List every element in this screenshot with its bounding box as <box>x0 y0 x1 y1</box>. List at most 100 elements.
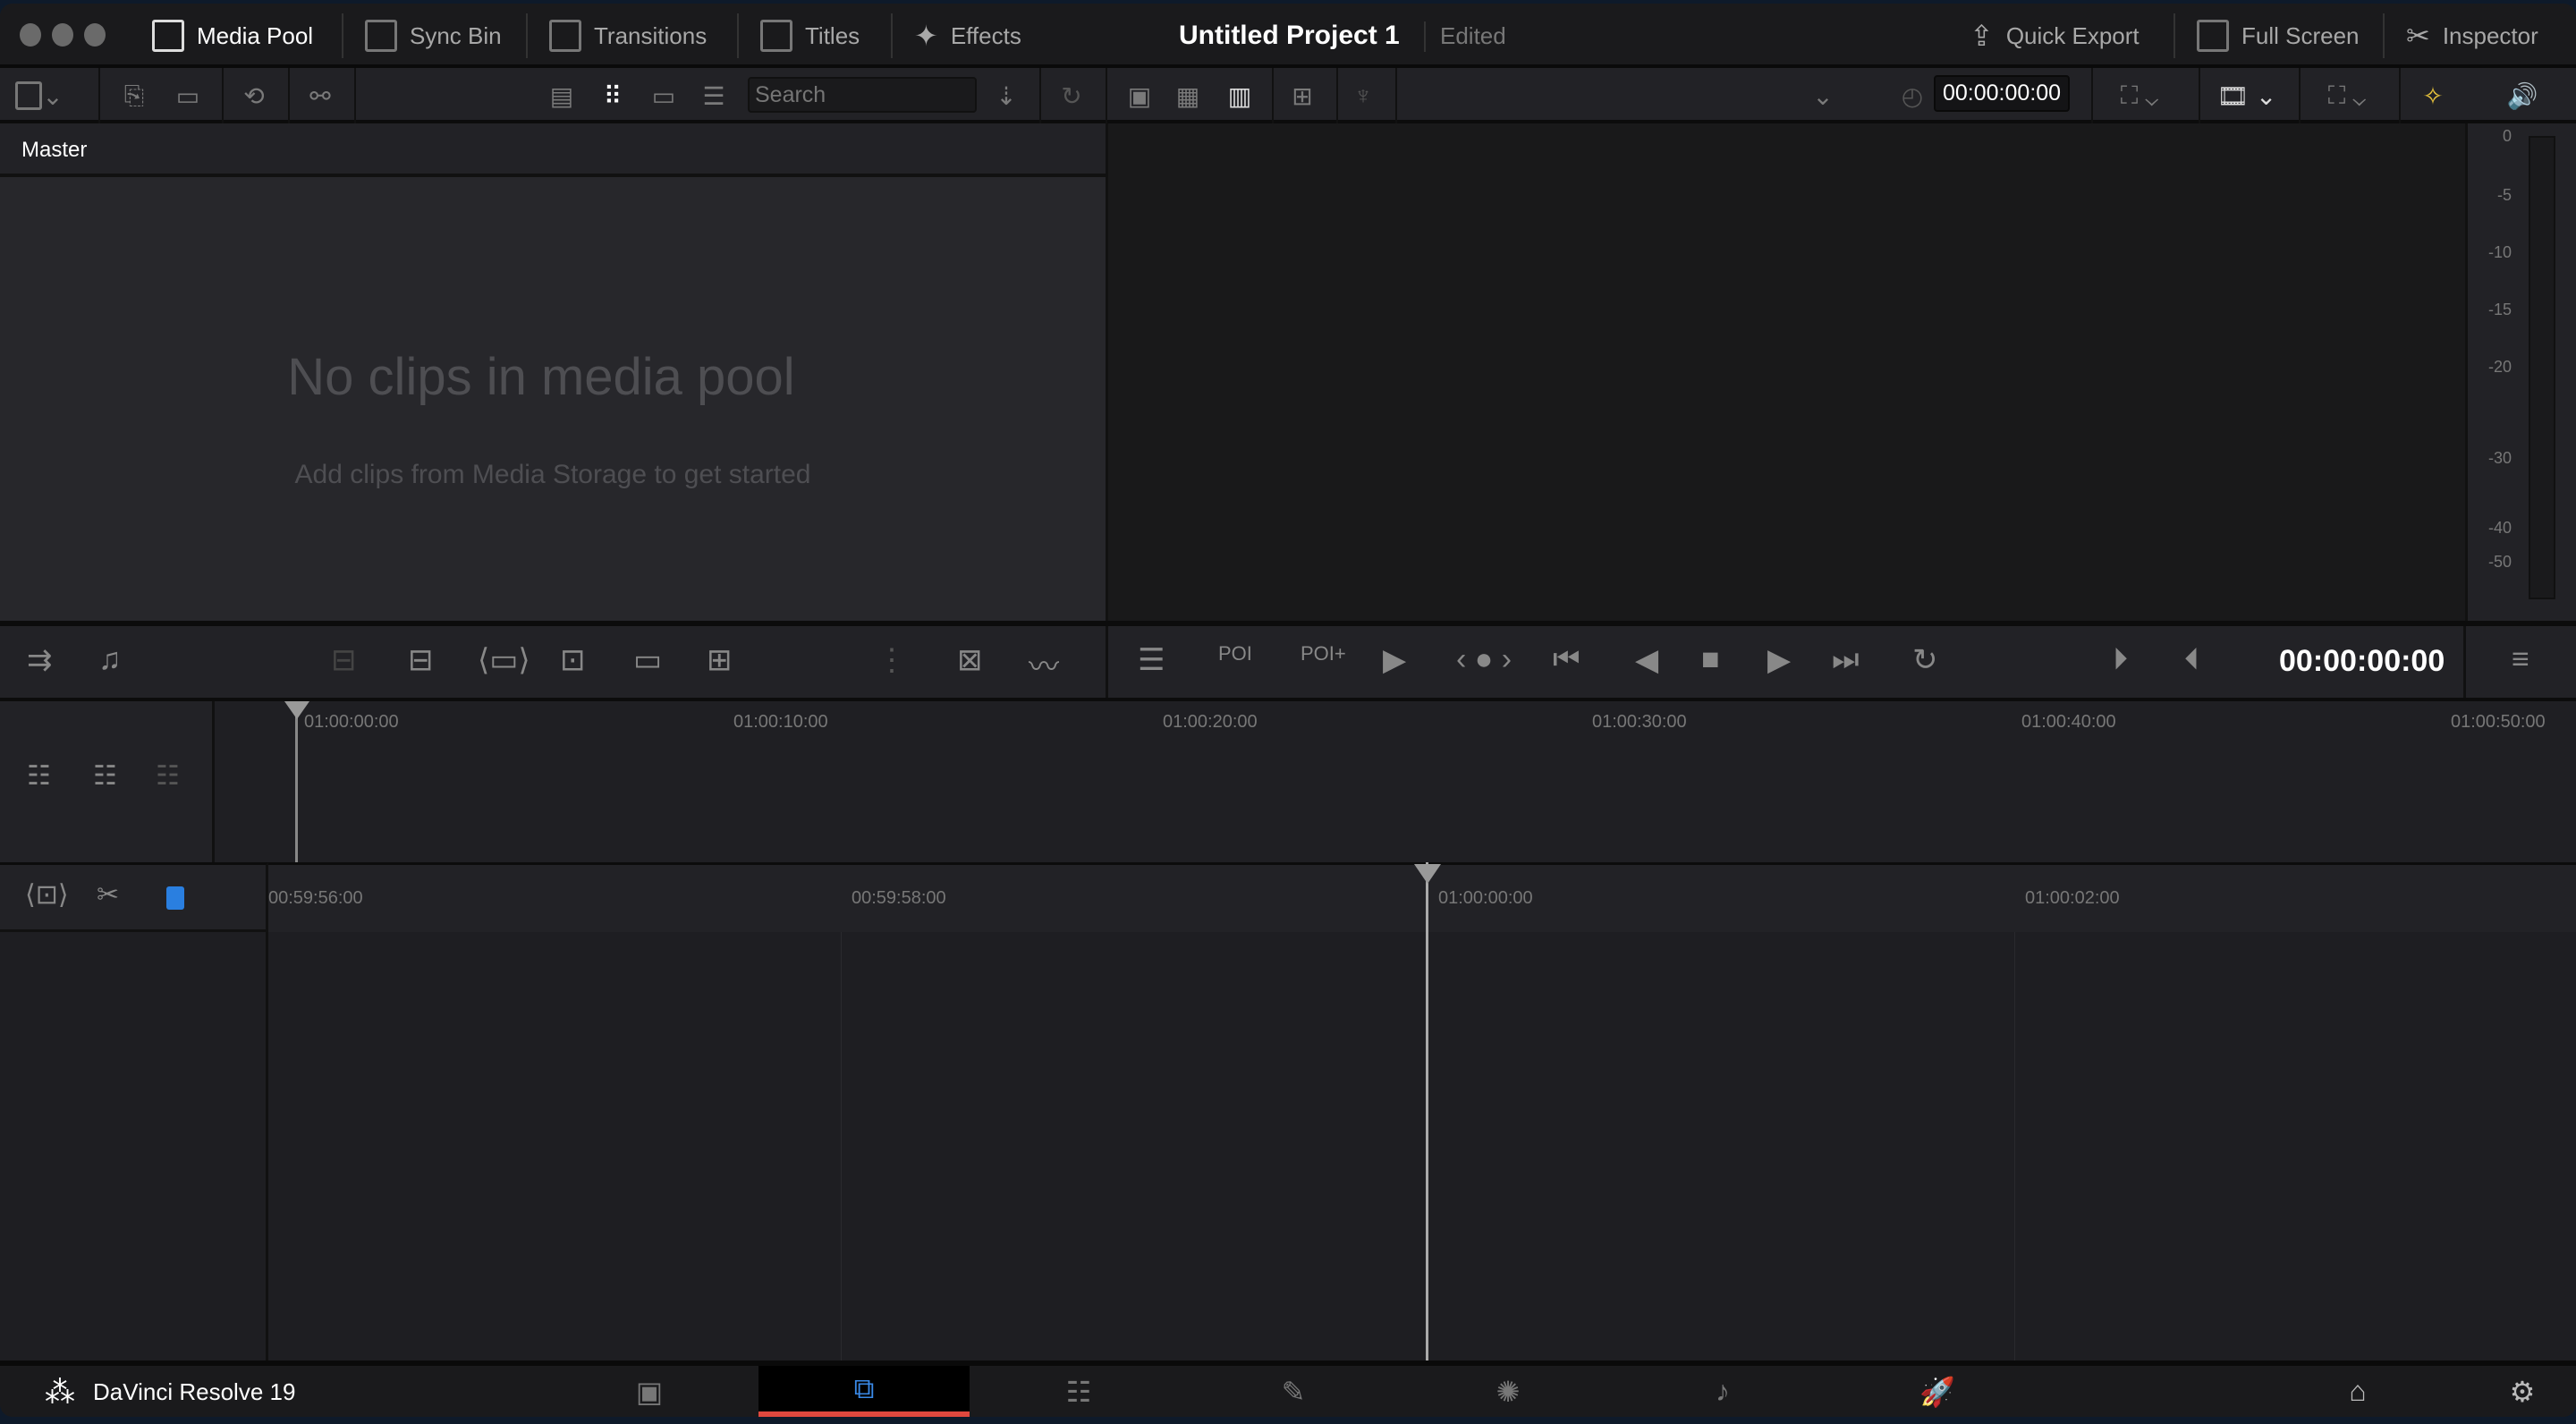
titles-icon <box>760 20 792 52</box>
tab-effects[interactable]: ✦ Effects <box>914 4 1021 68</box>
tab-transitions[interactable]: Transitions <box>549 4 707 68</box>
unlink-icon[interactable]: ⚯ <box>302 79 338 113</box>
previous-frame-icon[interactable]: ‹ ● › <box>1456 642 1512 677</box>
sort-icon[interactable]: ⇣ <box>986 79 1027 113</box>
scissors-icon[interactable]: ✂ <box>97 879 119 911</box>
broadcast-icon[interactable]: ♆ <box>1347 79 1379 113</box>
waveform-button[interactable]: 〰 <box>1029 642 1059 686</box>
go-to-end-button[interactable]: ⏭ <box>1832 642 1860 677</box>
quick-export-button[interactable]: ⇪ Quick Export <box>1970 4 2140 68</box>
media-pool-area[interactable]: No clips in media pool Add clips from Me… <box>0 177 1106 621</box>
page-fairlight[interactable]: ♪ <box>1617 1366 1828 1417</box>
transform-dropdown[interactable]: ⛶ ⌄ <box>2311 79 2383 113</box>
timeline-tracks[interactable] <box>268 932 2576 1364</box>
refresh-icon[interactable]: ↻ <box>1054 79 1089 113</box>
marker-icon[interactable] <box>166 886 184 910</box>
play-around-button[interactable]: ▶ <box>1383 642 1406 678</box>
edited-status: Edited <box>1440 21 1506 49</box>
audio-insert-icon[interactable]: ♫ <box>98 642 122 677</box>
page-fusion[interactable]: ✎ <box>1188 1366 1399 1417</box>
source-clip-icon[interactable]: ▣ <box>1122 79 1157 113</box>
empty-subtitle: Add clips from Media Storage to get star… <box>294 460 811 489</box>
metadata-view-icon[interactable]: ▤ <box>544 79 580 113</box>
upper-timeline-header: ☷ ☷ ☷ <box>0 701 215 862</box>
audio-meter: 0 -5 -10 -15 -20 -30 -40 -50 <box>2465 123 2576 621</box>
search-input[interactable] <box>748 77 977 113</box>
page-bar: ⁂ DaVinci Resolve 19 ▣ ⧉ ☷ ✎ ✺ ♪ 🚀 ⌂ ⚙ <box>0 1360 2576 1417</box>
page-deliver[interactable]: 🚀 <box>1832 1366 2043 1417</box>
viewer-dropdown-chevron-icon[interactable]: ⌄ <box>1805 79 1841 113</box>
settings-gear-icon[interactable]: ⚙ <box>2496 1366 2549 1417</box>
page-color[interactable]: ✺ <box>1402 1366 1614 1417</box>
minimize-window-button[interactable] <box>52 23 73 47</box>
import-media-icon[interactable]: ⎘ <box>116 79 152 113</box>
upper-playhead[interactable] <box>295 701 298 862</box>
zoom-fit-icon[interactable]: ⟨⊡⟩ <box>25 879 69 911</box>
go-to-start-button[interactable]: ⏮ <box>1553 642 1580 677</box>
project-title: Untitled Project 1 <box>1179 21 1400 50</box>
lower-timeline-header: ⟨⊡⟩ ✂ <box>0 862 268 932</box>
source-overwrite-button[interactable]: ⊞ <box>707 642 733 678</box>
import-folder-icon[interactable]: ▭ <box>170 79 206 113</box>
page-media[interactable]: ▣ <box>544 1366 755 1417</box>
tab-media-pool[interactable]: Media Pool <box>152 4 313 68</box>
zoom-window-button[interactable] <box>84 23 106 47</box>
smart-insert-icon[interactable]: ⇉ <box>27 642 53 678</box>
append-button[interactable]: ⊟ <box>408 642 434 678</box>
track-audio-icon[interactable]: ☷ <box>156 760 180 792</box>
close-window-button[interactable] <box>20 23 41 47</box>
safe-area-dropdown[interactable]: ⛶ ⌄ <box>2104 79 2175 113</box>
transport-timecode: 00:00:00:00 <box>2279 644 2445 678</box>
bin-header[interactable]: Master <box>0 123 1106 177</box>
app-window: Media Pool Sync Bin Transitions Titles ✦… <box>0 4 2576 1417</box>
smart-insert-button[interactable]: ⊟ <box>331 642 357 678</box>
fit-to-fill-button[interactable]: ⊠ <box>957 642 983 678</box>
media-pool-icon <box>152 20 184 52</box>
thumbnail-view-icon[interactable]: ⠿ <box>595 79 631 113</box>
loop-button[interactable]: ↻ <box>1912 642 1938 678</box>
panel-toolbar: ⌄ ⎘ ▭ ⟲ ⚯ ▤ ⠿ ▭ ☰ ⇣ ↻ ▣ ▦ ▥ ⊞ ♆ ⌄ ◴ 00:0… <box>0 68 2576 123</box>
close-up-button[interactable]: ⊡ <box>560 642 586 678</box>
inspector-button[interactable]: ✂ Inspector <box>2406 4 2538 68</box>
viewer-timecode[interactable]: 00:00:00:00 <box>1934 75 2071 112</box>
track-sync-icon[interactable]: ☷ <box>93 760 117 792</box>
home-icon[interactable]: ⌂ <box>2331 1366 2385 1417</box>
poi-button[interactable]: POI <box>1218 642 1252 665</box>
mark-out-button[interactable]: ⏴ <box>2184 642 2199 677</box>
playback-quality-dropdown[interactable]: 🎞 ⌄ <box>2211 79 2283 113</box>
app-name: DaVinci Resolve 19 <box>93 1378 296 1405</box>
upper-playhead-handle[interactable] <box>284 701 309 719</box>
split-clip-button[interactable]: ⋮ <box>877 642 907 678</box>
list-view-icon[interactable]: ☰ <box>696 79 732 113</box>
stop-button[interactable]: ■ <box>1701 642 1720 677</box>
lower-playhead[interactable] <box>1426 862 1428 1364</box>
multicam-icon[interactable]: ⊞ <box>1284 79 1320 113</box>
mark-in-button[interactable]: ⏵ <box>2113 642 2128 677</box>
timeline-view-icon[interactable]: ▥ <box>1222 79 1258 113</box>
play-button[interactable]: ▶ <box>1767 642 1791 678</box>
ripple-overwrite-button[interactable]: ⟨▭⟩ <box>478 642 530 678</box>
add-poi-button[interactable]: POI+ <box>1301 642 1346 665</box>
adjust-icon[interactable]: ☰ <box>1138 642 1165 678</box>
tab-sync-bin[interactable]: Sync Bin <box>365 4 502 68</box>
filmstrip-view-icon[interactable]: ▭ <box>646 79 682 113</box>
empty-title: No clips in media pool <box>287 348 795 406</box>
lower-playhead-handle[interactable] <box>1414 864 1441 884</box>
reverse-play-button[interactable]: ◀ <box>1635 642 1658 678</box>
viewer[interactable] <box>1106 123 2465 621</box>
full-screen-button[interactable]: Full Screen <box>2197 4 2360 68</box>
upper-timeline-ruler[interactable]: 01:00:00:00 01:00:10:00 01:00:20:00 01:0… <box>215 701 2576 862</box>
source-tape-icon[interactable]: ▦ <box>1170 79 1206 113</box>
page-cut[interactable]: ⧉ <box>758 1366 970 1417</box>
volume-icon[interactable]: 🔊 <box>2504 79 2540 113</box>
place-on-top-button[interactable]: ▭ <box>633 642 662 678</box>
track-options-icon[interactable]: ☷ <box>27 760 51 792</box>
menu-icon[interactable]: ≡ <box>2512 642 2529 677</box>
sidebar-toggle-button[interactable]: ⌄ <box>13 79 66 113</box>
sync-icon[interactable]: ⟲ <box>236 79 272 113</box>
page-edit[interactable]: ☷ <box>973 1366 1184 1417</box>
tab-titles[interactable]: Titles <box>760 4 860 68</box>
color-wheel-icon[interactable]: ✧ <box>2415 79 2451 113</box>
edit-toolbar: ⇉ ♫ ⊟ ⊟ ⟨▭⟩ ⊡ ▭ ⊞ ⋮ ⊠ 〰 ☰ POI POI+ ▶ ‹ ●… <box>0 621 2576 701</box>
fullscreen-icon <box>2197 20 2229 52</box>
